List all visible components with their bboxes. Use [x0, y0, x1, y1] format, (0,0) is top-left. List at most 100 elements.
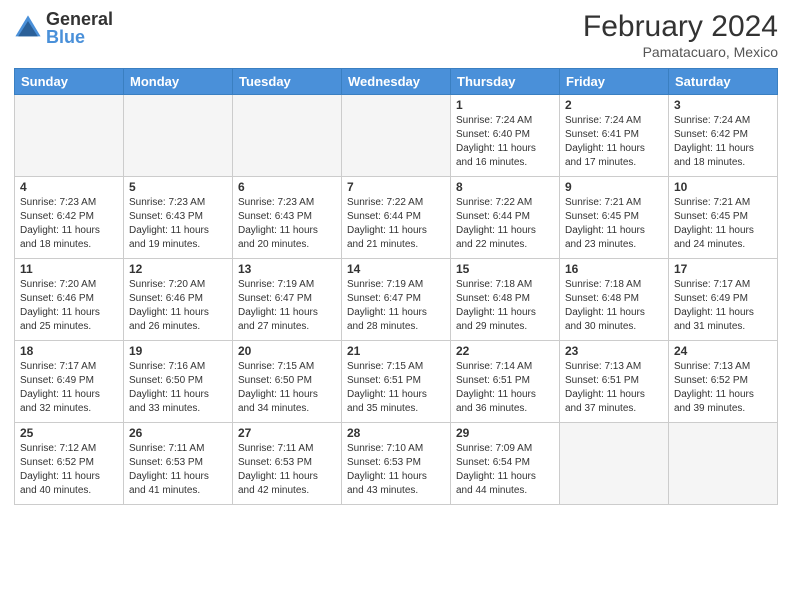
- day-info: Sunrise: 7:19 AMSunset: 6:47 PMDaylight:…: [238, 278, 336, 334]
- calendar-day: 16 Sunrise: 7:18 AMSunset: 6:48 PMDayligh…: [560, 259, 669, 341]
- calendar-day: 6Sunrise: 7:23 AMSunset: 6:43 PMDaylight…: [233, 177, 342, 259]
- day-info: Sunrise: 7:24 AMSunset: 6:41 PMDaylight:…: [565, 114, 663, 170]
- calendar-day: 4Sunrise: 7:23 AMSunset: 6:42 PMDaylight…: [15, 177, 124, 259]
- day-number: 8: [456, 180, 554, 194]
- calendar-week-row: 1 Sunrise: 7:24 AMSunset: 6:40 PMDaylight…: [15, 95, 778, 177]
- day-info: Sunrise: 7:13 AMSunset: 6:52 PMDaylight:…: [674, 360, 772, 416]
- calendar-day: [342, 95, 451, 177]
- location-subtitle: Pamatacuaro, Mexico: [583, 44, 778, 60]
- day-number: 19: [129, 344, 227, 358]
- day-number: 16: [565, 262, 663, 276]
- day-number: 25: [20, 426, 118, 440]
- day-number: 22: [456, 344, 554, 358]
- calendar-day: 19 Sunrise: 7:16 AMSunset: 6:50 PMDayligh…: [124, 341, 233, 423]
- day-number: 2: [565, 98, 663, 112]
- calendar-day: 3Sunrise: 7:24 AMSunset: 6:42 PMDaylight…: [669, 95, 778, 177]
- calendar-day: 22 Sunrise: 7:14 AMSunset: 6:51 PMDayligh…: [451, 341, 560, 423]
- day-number: 12: [129, 262, 227, 276]
- title-area: February 2024 Pamatacuaro, Mexico: [583, 10, 778, 60]
- calendar-day: 10 Sunrise: 7:21 AMSunset: 6:45 PMDayligh…: [669, 177, 778, 259]
- calendar-day: 27Sunrise: 7:11 AMSunset: 6:53 PMDayligh…: [233, 423, 342, 505]
- calendar-day: [233, 95, 342, 177]
- calendar-day: 12 Sunrise: 7:20 AMSunset: 6:46 PMDayligh…: [124, 259, 233, 341]
- day-info: Sunrise: 7:18 AMSunset: 6:48 PMDaylight:…: [456, 278, 554, 334]
- day-number: 29: [456, 426, 554, 440]
- calendar-day: 2 Sunrise: 7:24 AMSunset: 6:41 PMDaylight…: [560, 95, 669, 177]
- day-info: Sunrise: 7:14 AMSunset: 6:51 PMDaylight:…: [456, 360, 554, 416]
- day-info: Sunrise: 7:23 AMSunset: 6:42 PMDaylight:…: [20, 196, 118, 252]
- calendar-header-tuesday: Tuesday: [233, 69, 342, 95]
- day-info: Sunrise: 7:11 AMSunset: 6:53 PMDaylight:…: [129, 442, 227, 498]
- day-number: 13: [238, 262, 336, 276]
- day-info: Sunrise: 7:12 AMSunset: 6:52 PMDaylight:…: [20, 442, 118, 498]
- calendar-header-saturday: Saturday: [669, 69, 778, 95]
- day-info: Sunrise: 7:20 AMSunset: 6:46 PMDaylight:…: [129, 278, 227, 334]
- logo-icon: [14, 14, 42, 42]
- day-info: Sunrise: 7:17 AMSunset: 6:49 PMDaylight:…: [20, 360, 118, 416]
- calendar-day: 7 Sunrise: 7:22 AMSunset: 6:44 PMDaylight…: [342, 177, 451, 259]
- day-info: Sunrise: 7:22 AMSunset: 6:44 PMDaylight:…: [456, 196, 554, 252]
- calendar-day: 5 Sunrise: 7:23 AMSunset: 6:43 PMDaylight…: [124, 177, 233, 259]
- day-info: Sunrise: 7:15 AMSunset: 6:50 PMDaylight:…: [238, 360, 336, 416]
- calendar-week-row: 18 Sunrise: 7:17 AMSunset: 6:49 PMDayligh…: [15, 341, 778, 423]
- day-info: Sunrise: 7:20 AMSunset: 6:46 PMDaylight:…: [20, 278, 118, 334]
- calendar-day: 29 Sunrise: 7:09 AMSunset: 6:54 PMDayligh…: [451, 423, 560, 505]
- day-info: Sunrise: 7:22 AMSunset: 6:44 PMDaylight:…: [347, 196, 445, 252]
- day-info: Sunrise: 7:19 AMSunset: 6:47 PMDaylight:…: [347, 278, 445, 334]
- day-number: 23: [565, 344, 663, 358]
- calendar-day: 11Sunrise: 7:20 AMSunset: 6:46 PMDayligh…: [15, 259, 124, 341]
- day-info: Sunrise: 7:23 AMSunset: 6:43 PMDaylight:…: [238, 196, 336, 252]
- calendar-header-friday: Friday: [560, 69, 669, 95]
- calendar-header-row: SundayMondayTuesdayWednesdayThursdayFrid…: [15, 69, 778, 95]
- calendar-day: 26 Sunrise: 7:11 AMSunset: 6:53 PMDayligh…: [124, 423, 233, 505]
- day-number: 14: [347, 262, 445, 276]
- day-number: 28: [347, 426, 445, 440]
- day-number: 5: [129, 180, 227, 194]
- day-info: Sunrise: 7:23 AMSunset: 6:43 PMDaylight:…: [129, 196, 227, 252]
- calendar-day: [15, 95, 124, 177]
- calendar-day: 24Sunrise: 7:13 AMSunset: 6:52 PMDayligh…: [669, 341, 778, 423]
- logo-blue-text: Blue: [46, 28, 113, 46]
- day-number: 3: [674, 98, 772, 112]
- calendar-day: 13 Sunrise: 7:19 AMSunset: 6:47 PMDayligh…: [233, 259, 342, 341]
- calendar-header-monday: Monday: [124, 69, 233, 95]
- day-info: Sunrise: 7:21 AMSunset: 6:45 PMDaylight:…: [565, 196, 663, 252]
- calendar-day: 25 Sunrise: 7:12 AMSunset: 6:52 PMDayligh…: [15, 423, 124, 505]
- calendar-header-wednesday: Wednesday: [342, 69, 451, 95]
- calendar-day: [669, 423, 778, 505]
- calendar-day: 8 Sunrise: 7:22 AMSunset: 6:44 PMDaylight…: [451, 177, 560, 259]
- day-number: 20: [238, 344, 336, 358]
- day-number: 21: [347, 344, 445, 358]
- day-info: Sunrise: 7:09 AMSunset: 6:54 PMDaylight:…: [456, 442, 554, 498]
- logo: General Blue: [14, 10, 113, 46]
- day-number: 10: [674, 180, 772, 194]
- day-info: Sunrise: 7:11 AMSunset: 6:53 PMDaylight:…: [238, 442, 336, 498]
- day-number: 18: [20, 344, 118, 358]
- calendar-day: [560, 423, 669, 505]
- day-info: Sunrise: 7:16 AMSunset: 6:50 PMDaylight:…: [129, 360, 227, 416]
- calendar-table: SundayMondayTuesdayWednesdayThursdayFrid…: [14, 68, 778, 505]
- calendar-day: [124, 95, 233, 177]
- calendar-week-row: 4Sunrise: 7:23 AMSunset: 6:42 PMDaylight…: [15, 177, 778, 259]
- day-info: Sunrise: 7:17 AMSunset: 6:49 PMDaylight:…: [674, 278, 772, 334]
- page: General Blue February 2024 Pamatacuaro, …: [0, 0, 792, 612]
- calendar-day: 17Sunrise: 7:17 AMSunset: 6:49 PMDayligh…: [669, 259, 778, 341]
- day-number: 1: [456, 98, 554, 112]
- logo-general-text: General: [46, 10, 113, 28]
- month-title: February 2024: [583, 10, 778, 44]
- day-number: 15: [456, 262, 554, 276]
- day-info: Sunrise: 7:21 AMSunset: 6:45 PMDaylight:…: [674, 196, 772, 252]
- logo-text: General Blue: [46, 10, 113, 46]
- day-number: 7: [347, 180, 445, 194]
- day-info: Sunrise: 7:24 AMSunset: 6:40 PMDaylight:…: [456, 114, 554, 170]
- calendar-day: 14 Sunrise: 7:19 AMSunset: 6:47 PMDayligh…: [342, 259, 451, 341]
- day-number: 26: [129, 426, 227, 440]
- calendar-day: 15 Sunrise: 7:18 AMSunset: 6:48 PMDayligh…: [451, 259, 560, 341]
- day-info: Sunrise: 7:13 AMSunset: 6:51 PMDaylight:…: [565, 360, 663, 416]
- calendar-day: 1 Sunrise: 7:24 AMSunset: 6:40 PMDaylight…: [451, 95, 560, 177]
- calendar-day: 20 Sunrise: 7:15 AMSunset: 6:50 PMDayligh…: [233, 341, 342, 423]
- day-number: 9: [565, 180, 663, 194]
- day-info: Sunrise: 7:10 AMSunset: 6:53 PMDaylight:…: [347, 442, 445, 498]
- day-info: Sunrise: 7:18 AMSunset: 6:48 PMDaylight:…: [565, 278, 663, 334]
- calendar-day: 9 Sunrise: 7:21 AMSunset: 6:45 PMDaylight…: [560, 177, 669, 259]
